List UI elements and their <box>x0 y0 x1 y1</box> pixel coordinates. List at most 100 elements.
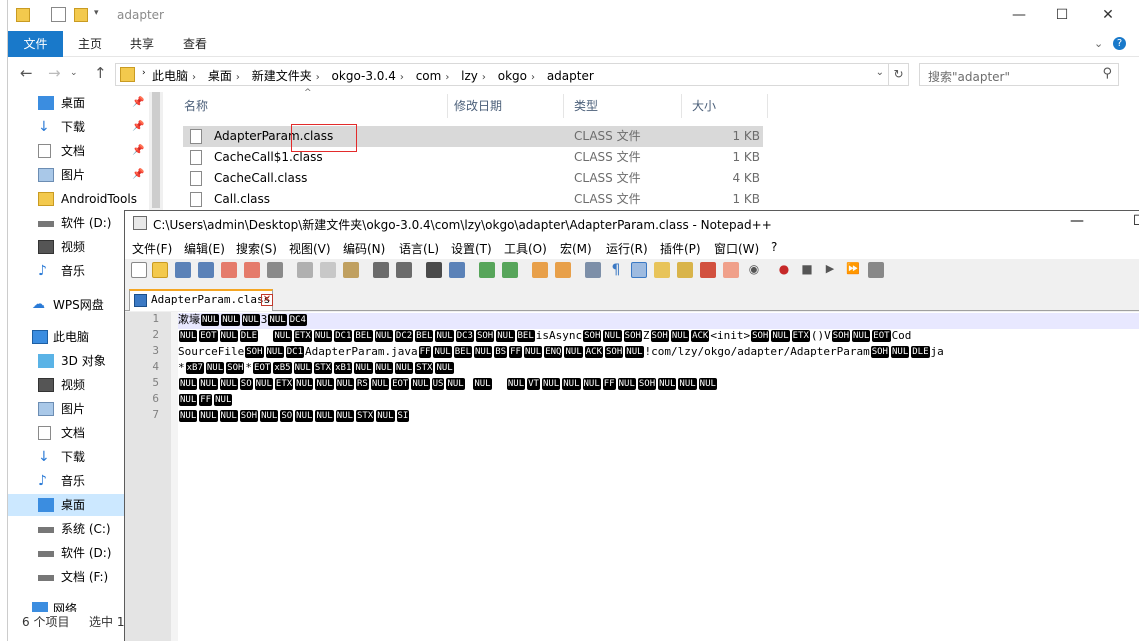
control-char-badge: ACK <box>584 346 604 358</box>
close-tab-icon[interactable]: ✕ <box>261 294 273 306</box>
copy-icon[interactable] <box>320 262 336 278</box>
file-row[interactable]: CacheCall.class CLASS 文件 4 KB <box>183 168 763 189</box>
close-all-icon[interactable] <box>244 262 260 278</box>
text-editor[interactable]: 漱壕 NUL NUL NUL 3 NUL DC4 NUL EOT NUL DLE NUL ETX NUL… <box>178 312 1139 641</box>
replace-icon[interactable] <box>449 262 465 278</box>
breadcrumb-item[interactable]: 新建文件夹 <box>252 69 312 83</box>
menu-search[interactable]: 搜索(S) <box>236 240 277 257</box>
undo-icon[interactable] <box>373 262 389 278</box>
recent-dropdown-icon[interactable]: ⌄ <box>70 68 78 78</box>
column-header-date[interactable]: 修改日期 <box>443 94 564 118</box>
new-folder-icon[interactable] <box>74 8 88 22</box>
column-header-name[interactable]: 名称 <box>173 94 448 118</box>
sync-vertical-icon[interactable] <box>532 262 548 278</box>
run-macro-multiple-icon[interactable]: ⏩ <box>845 262 861 278</box>
menu-tools[interactable]: 工具(O) <box>504 240 547 257</box>
menu-settings[interactable]: 设置(T) <box>451 240 492 257</box>
find-icon[interactable] <box>426 262 442 278</box>
up-arrow-icon[interactable]: ↑ <box>94 64 107 82</box>
close-button[interactable]: ☐ <box>1133 213 1139 229</box>
nav-item[interactable]: ↓ 下载 📌 <box>8 116 148 138</box>
folder-workspace-icon[interactable] <box>700 262 716 278</box>
breadcrumb-item[interactable]: lzy <box>461 69 478 83</box>
tab-home[interactable]: 主页 <box>78 31 102 57</box>
monitoring-icon[interactable] <box>723 262 739 278</box>
search-input[interactable]: 搜索"adapter" ⚲ <box>919 63 1119 86</box>
nav-item-label: 网络 <box>53 602 78 612</box>
breadcrumb-item[interactable]: com <box>416 69 442 83</box>
help-icon[interactable]: ? <box>1113 37 1126 50</box>
menu-macro[interactable]: 宏(M) <box>560 240 592 257</box>
breadcrumb-item[interactable]: okgo <box>498 69 527 83</box>
nav-item[interactable]: 桌面 📌 <box>8 92 148 114</box>
back-arrow-icon[interactable]: ← <box>20 64 33 82</box>
menu-window[interactable]: 窗口(W) <box>714 240 759 257</box>
breadcrumb-item[interactable]: adapter <box>547 69 594 83</box>
indent-guide-icon[interactable] <box>631 262 647 278</box>
print-icon[interactable] <box>267 262 283 278</box>
function-list-icon[interactable] <box>677 262 693 278</box>
nav-scrollbar[interactable] <box>149 92 163 212</box>
zoom-out-icon[interactable] <box>502 262 518 278</box>
tab-adapterparam-class[interactable]: AdapterParam.class ✕ <box>129 289 273 311</box>
minimize-button[interactable]: — <box>996 4 1042 26</box>
menu-encoding[interactable]: 编码(N) <box>343 240 385 257</box>
menu-language[interactable]: 语言(L) <box>399 240 439 257</box>
refresh-icon: ↻ <box>893 67 904 81</box>
menu-help[interactable]: ? <box>771 240 777 254</box>
refresh-button[interactable]: ↻ <box>888 63 909 86</box>
save-macro-icon[interactable] <box>868 262 884 278</box>
tab-view[interactable]: 查看 <box>183 31 207 57</box>
record-macro-icon[interactable]: ● <box>776 262 792 278</box>
open-file-icon[interactable] <box>152 262 168 278</box>
menu-edit[interactable]: 编辑(E) <box>184 240 225 257</box>
stop-macro-icon[interactable]: ■ <box>799 262 815 278</box>
maximize-button[interactable]: ☐ <box>1039 4 1085 26</box>
nav-item[interactable]: 图片 📌 <box>8 164 148 186</box>
menu-view[interactable]: 视图(V) <box>289 240 331 257</box>
close-button[interactable]: ✕ <box>1085 4 1131 26</box>
menu-run[interactable]: 运行(R) <box>606 240 648 257</box>
nav-item[interactable]: 文档 📌 <box>8 140 148 162</box>
new-file-icon[interactable] <box>131 262 147 278</box>
breadcrumb-item[interactable]: 桌面 <box>208 69 232 83</box>
nav-item[interactable]: AndroidTools <box>8 188 148 210</box>
scrollbar-thumb[interactable] <box>152 92 160 208</box>
control-char-badge: NUL <box>179 410 198 422</box>
tab-share[interactable]: 共享 <box>130 31 154 57</box>
column-header-type[interactable]: 类型 <box>563 94 682 118</box>
file-row[interactable]: Call.class CLASS 文件 1 KB <box>183 189 763 210</box>
word-wrap-icon[interactable] <box>585 262 601 278</box>
cut-icon[interactable] <box>297 262 313 278</box>
tab-file[interactable]: 文件 <box>8 31 63 57</box>
save-all-icon[interactable] <box>198 262 214 278</box>
save-icon[interactable] <box>175 262 191 278</box>
zoom-in-icon[interactable] <box>479 262 495 278</box>
sync-horizontal-icon[interactable] <box>555 262 571 278</box>
address-bar[interactable]: › 此电脑 › 桌面 › 新建文件夹 › okgo-3.0.4 › com › lzy › … <box>115 63 889 86</box>
eye-icon[interactable]: ◉ <box>746 262 762 278</box>
file-size: 1 KB <box>732 192 760 206</box>
file-row[interactable]: AdapterParam.class CLASS 文件 1 KB <box>183 126 763 147</box>
address-dropdown-icon[interactable]: ⌄ <box>876 67 884 78</box>
menu-plugins[interactable]: 插件(P) <box>660 240 701 257</box>
chevron-down-icon[interactable]: ▾ <box>94 8 108 22</box>
control-char-badge: ETX <box>274 378 294 390</box>
file-row[interactable]: CacheCall$1.class CLASS 文件 1 KB <box>183 147 763 168</box>
document-map-icon[interactable] <box>654 262 670 278</box>
breadcrumb-item[interactable]: 此电脑 <box>152 69 188 83</box>
menu-file[interactable]: 文件(F) <box>132 240 172 257</box>
paste-icon[interactable] <box>343 262 359 278</box>
breadcrumb-item[interactable]: okgo-3.0.4 <box>332 69 396 83</box>
column-header-size[interactable]: 大小 <box>681 94 768 118</box>
expand-ribbon-icon[interactable]: ⌄ <box>1094 37 1103 50</box>
control-char-badge: NUL <box>335 410 354 422</box>
redo-icon[interactable] <box>396 262 412 278</box>
minimize-button[interactable]: — <box>1070 213 1084 229</box>
play-macro-icon[interactable]: ▶ <box>822 262 838 278</box>
control-char-badge: DC4 <box>288 314 307 326</box>
close-file-icon[interactable] <box>221 262 237 278</box>
properties-icon[interactable] <box>51 7 66 22</box>
forward-arrow-icon[interactable]: → <box>48 64 61 82</box>
show-all-chars-icon[interactable]: ¶ <box>608 262 624 278</box>
